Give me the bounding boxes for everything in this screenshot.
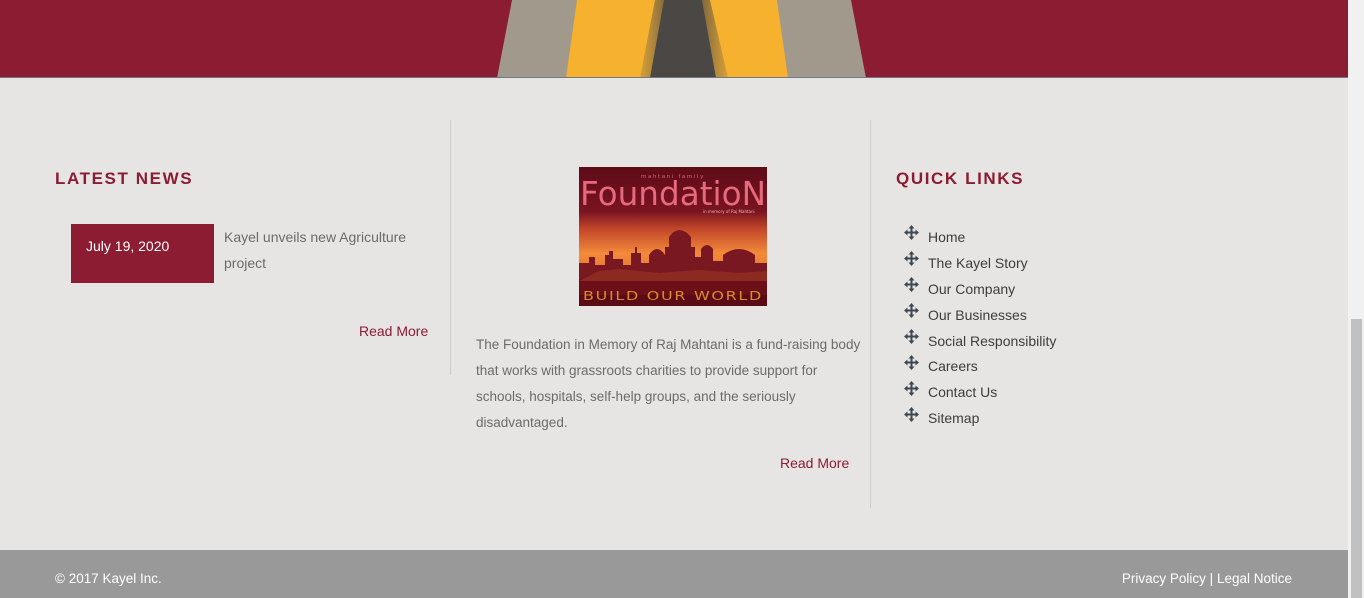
quick-links-list: Home The Kayel Story Our Company Our Bus…: [903, 224, 1056, 431]
hero-banner: [0, 0, 1348, 78]
move-arrows-icon: [904, 277, 919, 293]
column-divider-right: [870, 120, 871, 508]
quick-link-label[interactable]: The Kayel Story: [928, 255, 1028, 271]
news-read-more-link[interactable]: Read More: [359, 323, 428, 339]
quick-link-label[interactable]: Our Company: [928, 281, 1015, 297]
privacy-policy-link[interactable]: Privacy Policy: [1122, 571, 1206, 586]
quick-link-contact-us[interactable]: Contact Us: [903, 379, 1056, 405]
quick-links-heading: QUICK LINKS: [896, 169, 1025, 188]
quick-link-label[interactable]: Home: [928, 229, 965, 245]
quick-link-sitemap[interactable]: Sitemap: [903, 405, 1056, 431]
foundation-logo-image[interactable]: mahtani family FoundatioN in memory of R…: [579, 167, 767, 306]
legal-notice-link[interactable]: Legal Notice: [1217, 571, 1292, 586]
latest-news-heading: LATEST NEWS: [55, 169, 194, 188]
move-arrows-icon: [904, 225, 919, 241]
move-arrows-icon: [904, 251, 919, 267]
quick-link-our-company[interactable]: Our Company: [903, 276, 1056, 302]
column-divider-left: [450, 120, 451, 375]
road-graphic: [497, 0, 866, 78]
news-item-title[interactable]: Kayel unveils new Agriculture project: [224, 224, 434, 276]
legal-links: Privacy Policy | Legal Notice: [1122, 571, 1292, 586]
foundation-description: The Foundation in Memory of Raj Mahtani …: [476, 337, 861, 430]
quick-link-our-businesses[interactable]: Our Businesses: [903, 302, 1056, 328]
quick-link-social-responsibility[interactable]: Social Responsibility: [903, 328, 1056, 354]
foundation-sub-caption: in memory of Raj Mahtani: [703, 209, 755, 214]
quick-link-label[interactable]: Sitemap: [928, 410, 979, 426]
quick-link-home[interactable]: Home: [903, 224, 1056, 250]
quick-link-label[interactable]: Contact Us: [928, 384, 997, 400]
move-arrows-icon: [904, 303, 919, 319]
quick-link-kayel-story[interactable]: The Kayel Story: [903, 250, 1056, 276]
page-scrollbar-thumb[interactable]: [1351, 319, 1362, 598]
site-footer: © 2017 Kayel Inc. Privacy Policy | Legal…: [0, 550, 1348, 598]
hero-divider: [0, 77, 1348, 78]
move-arrows-icon: [904, 354, 919, 370]
copyright-text: © 2017 Kayel Inc.: [55, 571, 162, 586]
news-date-badge: July 19, 2020: [71, 224, 214, 283]
move-arrows-icon: [904, 406, 919, 422]
quick-link-label[interactable]: Careers: [928, 358, 978, 374]
move-arrows-icon: [904, 380, 919, 396]
foundation-tagline: BUILD OUR WORLD: [583, 289, 763, 303]
foundation-title: FoundatioN: [580, 174, 766, 213]
quick-link-label[interactable]: Our Businesses: [928, 307, 1027, 323]
legal-separator: |: [1209, 571, 1214, 586]
foundation-read-more-link[interactable]: Read More: [780, 455, 849, 471]
quick-link-label[interactable]: Social Responsibility: [928, 333, 1056, 349]
move-arrows-icon: [904, 329, 919, 344]
quick-link-careers[interactable]: Careers: [903, 353, 1056, 379]
